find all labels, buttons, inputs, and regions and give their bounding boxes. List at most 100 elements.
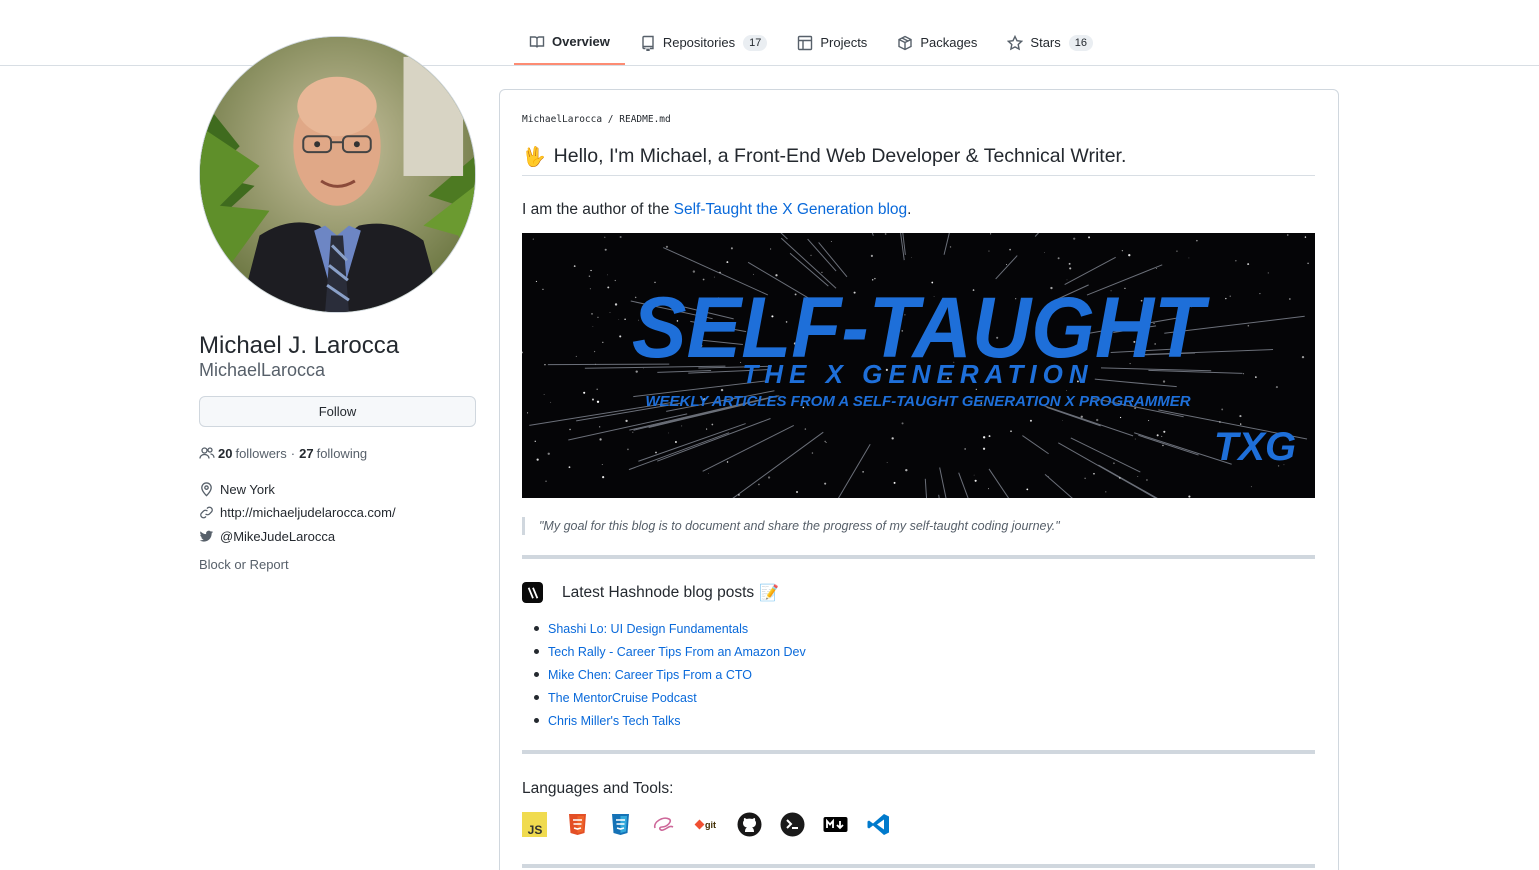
tab-stars[interactable]: Stars 16 [992,20,1108,65]
github-icon[interactable] [737,812,762,837]
banner-star [593,350,596,353]
banner-star [1088,236,1091,239]
banner-star [595,363,596,365]
twitter-icon [199,530,214,542]
banner-star [534,440,536,443]
banner-star [911,257,912,258]
post-link[interactable]: Chris Miller's Tech Talks [548,714,681,728]
tab-packages[interactable]: Packages [882,20,992,65]
posts-heading-text: Latest Hashnode blog posts [562,583,755,601]
post-link[interactable]: Mike Chen: Career Tips From a CTO [548,668,752,682]
banner-star [1119,416,1122,419]
posts-heading: Latest Hashnode blog posts 📝 [522,582,779,603]
banner-star [1267,272,1269,274]
javascript-icon[interactable]: JS [522,812,547,837]
banner-star [1301,355,1305,359]
tab-projects[interactable]: Projects [782,20,882,65]
profile-twitter[interactable]: @MikeJudeLarocca [199,529,335,544]
blog-link[interactable]: Self-Taught the X Generation blog [674,201,908,218]
banner-star [599,426,601,428]
post-link[interactable]: Tech Rally - Career Tips From an Amazon … [548,645,806,659]
banner-star [905,469,908,472]
banner-star [1148,420,1150,422]
banner-star [1093,472,1095,475]
stars-count-badge: 16 [1068,34,1093,51]
banner-star [542,288,544,290]
block-or-report-link[interactable]: Block or Report [199,557,289,572]
banner-star [990,233,992,235]
divider [522,864,1315,868]
banner-star [632,431,634,433]
website-link[interactable]: http://michaeljudelarocca.com/ [220,505,396,520]
banner-star [665,245,669,248]
following-count[interactable]: 27 [299,446,313,461]
blog-banner-image[interactable]: SELF-TAUGHT THE X GENERATION WEEKLY ARTI… [522,233,1315,498]
sass-icon[interactable] [651,812,676,837]
vscode-icon[interactable] [866,812,891,837]
post-link[interactable]: Shashi Lo: UI Design Fundamentals [548,622,748,636]
banner-star [532,238,534,240]
html5-icon[interactable] [565,812,590,837]
profile-username: MichaelLarocca [199,360,326,380]
banner-star [767,476,771,479]
readme-path-separator: / [602,114,620,125]
banner-star [738,494,740,496]
banner-star [545,480,547,482]
markdown-icon[interactable] [823,812,848,837]
banner-star [1188,257,1190,259]
languages-heading: Languages and Tools: [522,780,674,797]
banner-star [1084,477,1086,480]
banner-star [987,488,990,490]
banner-star [1229,295,1231,297]
follow-button[interactable]: Follow [199,396,476,427]
banner-star [825,442,827,444]
banner-star [1250,486,1252,488]
banner-star [1161,435,1163,437]
banner-star [1247,324,1250,327]
banner-star [547,452,550,455]
banner-star [870,254,873,257]
banner-star [1066,390,1067,392]
banner-star [706,428,708,430]
banner-star [1247,263,1250,266]
css3-icon[interactable] [608,812,633,837]
terminal-icon[interactable] [780,812,805,837]
banner-star [1005,264,1008,266]
banner-star [543,393,545,395]
banner-star [1156,434,1159,437]
twitter-handle[interactable]: @MikeJudeLarocca [220,529,335,544]
banner-star [719,271,721,274]
banner-star [1096,418,1099,422]
location-icon [201,482,212,497]
banner-star [1119,477,1121,479]
git-icon[interactable]: git [694,812,719,837]
banner-star [1163,430,1166,433]
banner-star [1239,414,1242,418]
banner-star [589,288,591,290]
banner-tagline: WEEKLY ARTICLES FROM A SELF-TAUGHT GENER… [645,393,1190,410]
tab-overview[interactable]: Overview [514,20,625,65]
banner-subtitle: THE X GENERATION [742,359,1093,389]
banner-star [1162,444,1164,447]
followers-link[interactable]: followers [235,446,286,461]
banner-star [1105,491,1107,493]
avatar[interactable] [199,36,476,313]
banner-star [1243,373,1245,375]
following-link[interactable]: following [317,446,368,461]
banner-star [601,464,603,466]
banner-star [775,274,778,277]
followers-count[interactable]: 20 [218,446,232,461]
tab-repositories[interactable]: Repositories 17 [625,20,783,65]
banner-star [596,400,600,403]
tab-stars-label: Stars [1030,35,1061,50]
readme-path-owner[interactable]: MichaelLarocca [522,114,602,125]
readme-path: MichaelLarocca / README.md [522,114,671,125]
banner-star [668,432,669,434]
profile-website[interactable]: http://michaeljudelarocca.com/ [199,505,396,520]
post-link[interactable]: The MentorCruise Podcast [548,691,697,705]
banner-star [602,476,605,479]
link-icon [200,506,213,519]
readme-path-file[interactable]: README.md [619,114,670,125]
banner-star [1121,250,1124,252]
banner-star [893,481,896,484]
